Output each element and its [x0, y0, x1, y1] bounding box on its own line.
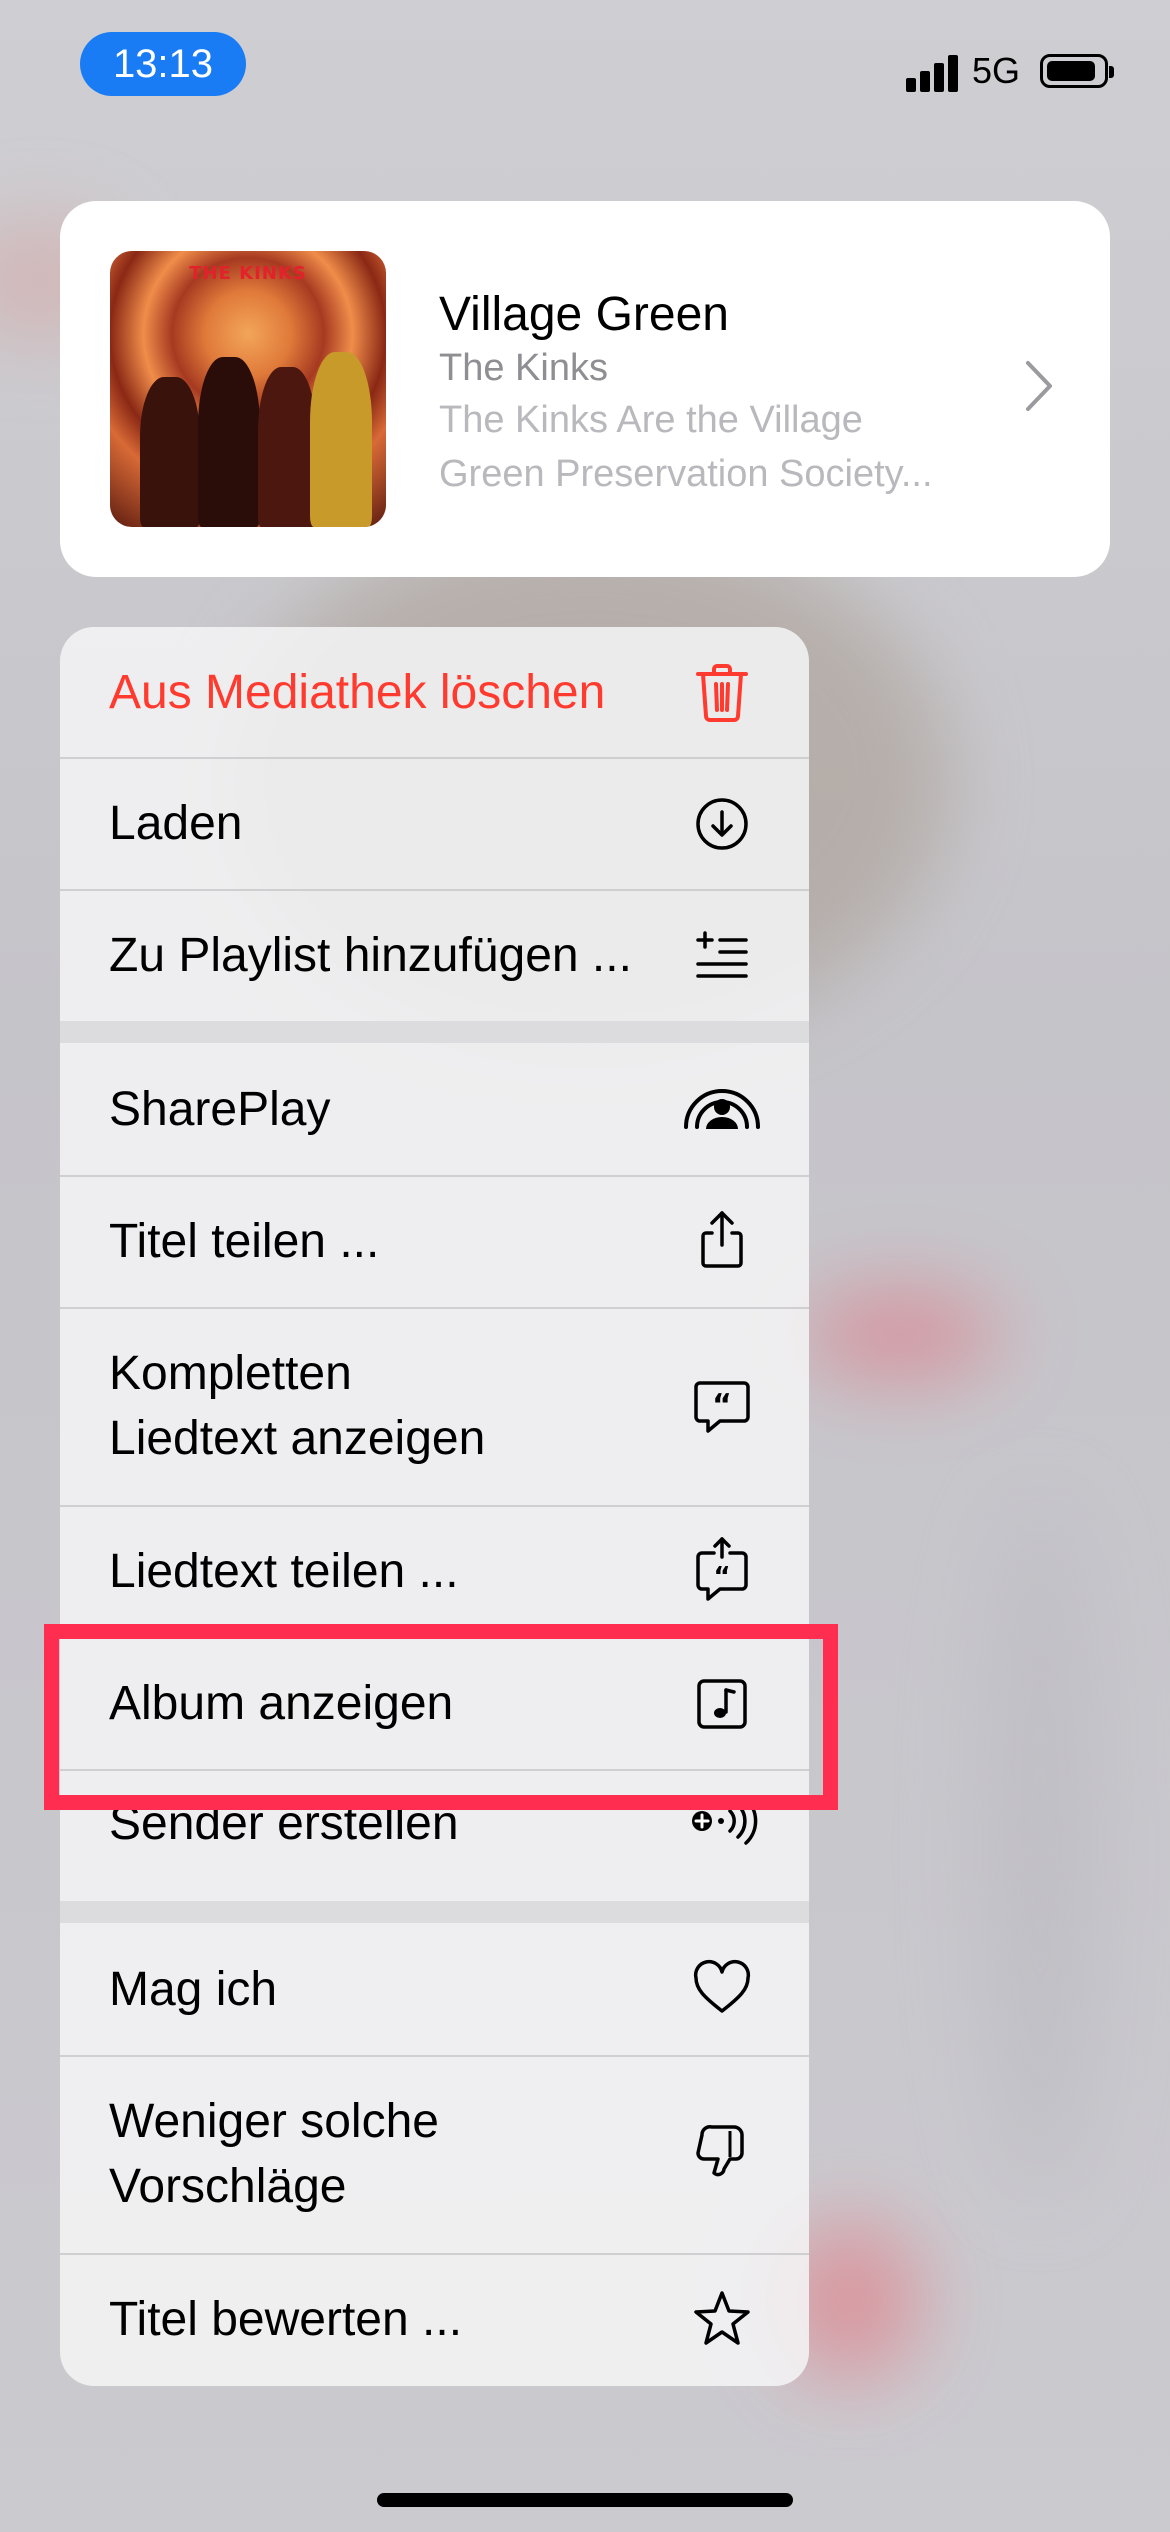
menu-item-label-line2: Vorschläge: [109, 2160, 347, 2213]
menu-item-rate-song[interactable]: Titel bewerten ...: [60, 2255, 809, 2386]
star-icon: [694, 2291, 750, 2345]
menu-item-label-line1: Weniger solche: [109, 2095, 439, 2148]
menu-item-label: Zu Playlist hinzufügen ...: [109, 929, 632, 982]
menu-item-share-lyrics[interactable]: Liedtext teilen ... “: [60, 1507, 809, 1637]
share-lyrics-icon: “: [696, 1537, 748, 1601]
thumbs-down-icon: [696, 2125, 744, 2177]
home-indicator[interactable]: [377, 2493, 793, 2507]
song-album-line1: The Kinks Are the Village: [439, 399, 863, 441]
song-album-line2: Green Preservation Society...: [439, 453, 933, 495]
menu-item-download[interactable]: Laden: [60, 759, 809, 889]
network-type: 5G: [972, 50, 1021, 91]
svg-text:“: “: [712, 1388, 732, 1423]
trash-icon: [696, 664, 748, 722]
status-time[interactable]: 13:13: [80, 32, 246, 96]
chevron-right-icon: [1026, 361, 1052, 411]
battery-icon: [1040, 54, 1114, 88]
cover-band-text: THE KINKS: [189, 263, 307, 284]
menu-item-share-song[interactable]: Titel teilen ...: [60, 1177, 809, 1307]
menu-group-separator: [60, 1021, 809, 1043]
heart-icon: [693, 1959, 751, 2013]
menu-item-label: Laden: [109, 797, 243, 850]
download-circle-icon: [696, 798, 748, 850]
song-preview-card[interactable]: THE KINKS Village Green The Kinks The Ki…: [60, 201, 1110, 577]
shareplay-icon: [684, 1089, 760, 1129]
status-bar: 13:13 5G: [0, 0, 1170, 140]
add-to-list-icon: [696, 931, 748, 978]
context-menu: Aus Mediathek löschen Laden Zu Playlist …: [60, 627, 809, 2386]
menu-item-label: Mag ich: [109, 1963, 278, 2016]
menu-item-label: Liedtext teilen ...: [109, 1545, 459, 1598]
menu-group-separator: [60, 1901, 809, 1923]
lyrics-quote-bubble-icon: “: [694, 1381, 750, 1433]
svg-text:“: “: [713, 1562, 730, 1592]
highlight-box: [44, 1624, 838, 1810]
menu-item-add-to-playlist[interactable]: Zu Playlist hinzufügen ...: [60, 891, 809, 1021]
menu-item-label-line1: Kompletten: [109, 1347, 352, 1400]
album-cover: THE KINKS: [110, 251, 386, 527]
menu-item-suggest-less[interactable]: Weniger solche Vorschläge: [60, 2057, 809, 2253]
menu-item-shareplay[interactable]: SharePlay: [60, 1043, 809, 1175]
menu-item-label: Titel bewerten ...: [109, 2293, 463, 2346]
menu-item-love[interactable]: Mag ich: [60, 1923, 809, 2055]
song-artist: The Kinks: [439, 347, 608, 389]
cellular-signal-icon: [906, 52, 958, 92]
menu-item-show-lyrics[interactable]: Kompletten Liedtext anzeigen “: [60, 1309, 809, 1505]
menu-item-delete-from-library[interactable]: Aus Mediathek löschen: [60, 627, 809, 757]
menu-item-label: Aus Mediathek löschen: [109, 666, 606, 719]
song-title: Village Green: [439, 288, 729, 341]
share-icon: [701, 1211, 743, 1268]
song-album: The Kinks Are the Village Green Preserva…: [439, 393, 1039, 501]
menu-item-label-line2: Liedtext anzeigen: [109, 1412, 486, 1465]
menu-item-label: SharePlay: [109, 1083, 331, 1136]
menu-item-label: Titel teilen ...: [109, 1215, 380, 1268]
